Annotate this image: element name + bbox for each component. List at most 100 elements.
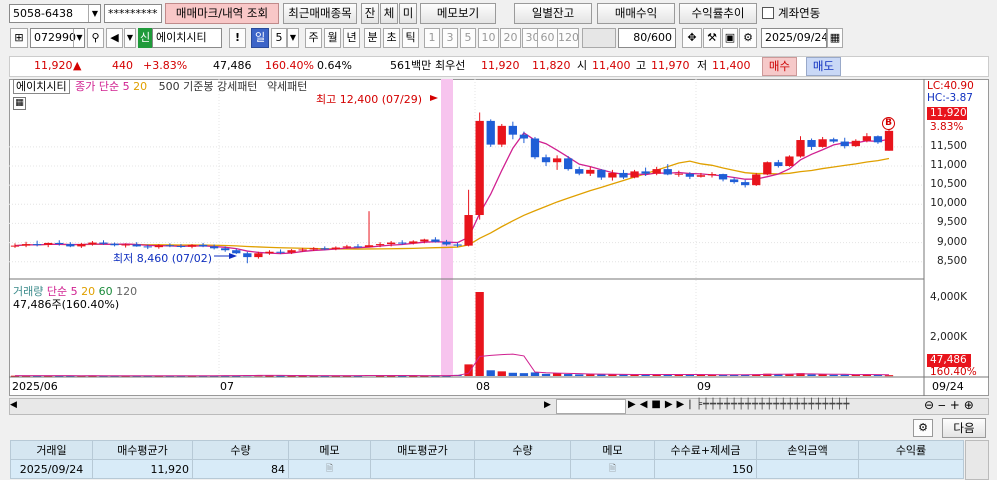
calendar-icon[interactable]: ▦ bbox=[827, 28, 843, 48]
period-second-button[interactable]: 초 bbox=[383, 28, 400, 48]
volume-bar bbox=[497, 371, 506, 376]
account-link-label: 계좌연동 bbox=[778, 6, 821, 20]
change-percent: +3.83% bbox=[143, 59, 188, 72]
memo-view-button[interactable]: 메모보기 bbox=[420, 3, 496, 24]
candle bbox=[508, 125, 517, 135]
period-week-button[interactable]: 주 bbox=[305, 28, 322, 48]
chevron-down-icon[interactable]: ▼ bbox=[124, 28, 136, 48]
scroll-thumb[interactable] bbox=[556, 399, 626, 414]
low-label: 저 bbox=[697, 59, 708, 72]
margin-badge: 신 bbox=[138, 28, 152, 48]
period-number[interactable]: 5 bbox=[271, 28, 287, 48]
unfilled-button[interactable]: 미 bbox=[399, 3, 417, 24]
tools-icon[interactable]: ⚒ bbox=[703, 28, 721, 48]
playback-controls[interactable]: ▶◀■▶▶| bbox=[628, 399, 696, 410]
cell-return bbox=[858, 459, 964, 479]
interval-5-button[interactable]: 5 bbox=[460, 28, 476, 48]
candle bbox=[232, 250, 241, 254]
open-price: 11,400 bbox=[592, 59, 631, 72]
col-sell-memo: 메모 bbox=[570, 440, 655, 460]
interval-120-button[interactable]: 120 bbox=[557, 28, 579, 48]
col-sell-qty: 수량 bbox=[474, 440, 571, 460]
candle bbox=[796, 140, 805, 157]
balance-button[interactable]: 잔 bbox=[361, 3, 379, 24]
password-input[interactable]: ********* bbox=[104, 4, 162, 23]
col-buy-memo: 메모 bbox=[288, 440, 371, 460]
grid-icon[interactable]: ▦ bbox=[13, 97, 26, 110]
date-input[interactable]: 2025/09/24 bbox=[761, 28, 827, 48]
volume-bar bbox=[519, 373, 529, 376]
account-link-checkbox[interactable] bbox=[762, 7, 774, 19]
high-price: 11,970 bbox=[651, 59, 690, 72]
period-minute-button[interactable]: 분 bbox=[364, 28, 381, 48]
candle bbox=[652, 169, 661, 174]
scroll-left-icon[interactable]: ◀ bbox=[10, 400, 17, 410]
legend-ma20: 20 bbox=[133, 80, 148, 93]
y-tick-label: 11,500 bbox=[930, 139, 967, 152]
candle bbox=[99, 242, 108, 244]
data-count-input[interactable]: 80/600 bbox=[618, 28, 676, 48]
interval-1-button[interactable]: 1 bbox=[424, 28, 440, 48]
interval-3-button[interactable]: 3 bbox=[442, 28, 458, 48]
memo-icon[interactable]: 🗎 bbox=[288, 459, 371, 479]
period-tick-button[interactable]: 틱 bbox=[402, 28, 419, 48]
interval-dropdown[interactable] bbox=[582, 28, 616, 48]
chevron-down-icon[interactable]: ▼ bbox=[88, 5, 101, 22]
layout-icon[interactable]: ⊞ bbox=[10, 28, 28, 48]
zoom-slider[interactable]: ╞┿┿┿┿┿┿┿┿┿┿┿┿┿┿┿┿┿┿┿┿┿ bbox=[696, 399, 850, 410]
gear-icon[interactable]: ⚙ bbox=[739, 28, 757, 48]
candle bbox=[55, 242, 64, 245]
candle bbox=[254, 253, 263, 258]
trade-table[interactable]: 거래일 매수평균가 수량 메모 매도평균가 수량 메모 수수료+제세금 손익금액… bbox=[10, 440, 964, 479]
memo-icon[interactable]: 🗎 bbox=[570, 459, 655, 479]
col-trade-date: 거래일 bbox=[10, 440, 93, 460]
gear-icon[interactable]: ⚙ bbox=[913, 419, 933, 437]
save-icon[interactable]: ▣ bbox=[722, 28, 738, 48]
table-scrollbar[interactable] bbox=[965, 440, 989, 480]
scroll-right-icon[interactable]: ▶ bbox=[544, 400, 551, 410]
chevron-down-icon[interactable]: ▼ bbox=[73, 29, 85, 47]
lc-value: LC:40.90 bbox=[927, 80, 974, 92]
interval-20-button[interactable]: 20 bbox=[500, 28, 521, 48]
data-count: 80 bbox=[633, 31, 648, 44]
alert-icon[interactable]: ! bbox=[229, 28, 246, 48]
volume-bar bbox=[530, 372, 540, 376]
recent-trades-button[interactable]: 최근매매종목 bbox=[283, 3, 357, 24]
zoom-controls[interactable]: ⊖‒+⊕ bbox=[924, 398, 978, 412]
candle bbox=[575, 169, 584, 174]
speaker-icon[interactable]: ◀ bbox=[106, 28, 123, 48]
interval-10-button[interactable]: 10 bbox=[478, 28, 499, 48]
return-trend-button[interactable]: 수익률추이 bbox=[679, 3, 757, 24]
cell-pnl bbox=[756, 459, 859, 479]
price-chart[interactable] bbox=[9, 79, 989, 396]
price-tag: 11,920 bbox=[927, 107, 967, 120]
candle bbox=[298, 249, 307, 251]
y-tick-label: 11,000 bbox=[930, 159, 967, 172]
daily-balance-button[interactable]: 일별잔고 bbox=[514, 3, 592, 24]
volume-bar bbox=[597, 374, 606, 376]
period-year-button[interactable]: 년 bbox=[343, 28, 360, 48]
chevron-down-icon[interactable]: ▼ bbox=[287, 28, 299, 48]
next-button[interactable]: 다음 bbox=[942, 418, 986, 438]
trade-profit-button[interactable]: 매매수익 bbox=[597, 3, 675, 24]
executed-button[interactable]: 체 bbox=[380, 3, 398, 24]
legend-ma500: 500 bbox=[158, 80, 180, 93]
volume-bar bbox=[829, 374, 838, 376]
trade-mark-query-button[interactable]: 매매마크/내역 조회 bbox=[165, 3, 279, 24]
sell-button[interactable]: 매도 bbox=[806, 57, 841, 76]
volume-bar bbox=[486, 370, 495, 376]
period-month-button[interactable]: 월 bbox=[324, 28, 341, 48]
candle bbox=[10, 245, 20, 247]
candle bbox=[818, 139, 827, 147]
chart-legend: 에이치시티 종가 단순 5 20 500 기준봉 강세패턴 약세패턴 bbox=[13, 79, 307, 94]
candle bbox=[431, 239, 440, 242]
buy-button[interactable]: 매수 bbox=[762, 57, 797, 76]
search-icon[interactable]: ⚲ bbox=[87, 28, 104, 48]
candle bbox=[608, 172, 617, 178]
interval-60-button[interactable]: 60 bbox=[537, 28, 558, 48]
y-tick-label: 8,500 bbox=[936, 254, 967, 267]
candle bbox=[707, 174, 717, 176]
period-day-button[interactable]: 일 bbox=[251, 28, 269, 48]
table-row[interactable]: 2025/09/24 11,920 84 🗎 🗎 150 bbox=[10, 459, 964, 479]
crosshair-icon[interactable]: ✥ bbox=[682, 28, 702, 48]
